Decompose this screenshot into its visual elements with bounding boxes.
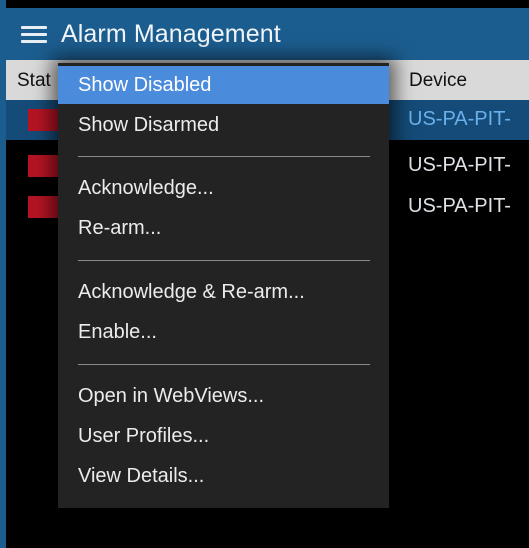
menu-item-view-details[interactable]: View Details...	[58, 457, 389, 495]
app-header: Alarm Management	[6, 8, 529, 60]
menu-item-acknowledge[interactable]: Acknowledge...	[58, 169, 389, 207]
column-header-device[interactable]: Device	[409, 70, 467, 92]
menu-item-acknowledge-re-arm[interactable]: Acknowledge & Re-arm...	[58, 273, 389, 311]
menu-item-show-disabled[interactable]: Show Disabled	[58, 66, 389, 104]
hamburger-menu-icon[interactable]	[21, 24, 47, 44]
menu-item-open-in-webviews[interactable]: Open in WebViews...	[58, 377, 389, 415]
device-cell: US-PA-PIT-	[408, 195, 511, 217]
context-menu: Show Disabled Show Disarmed Acknowledge.…	[58, 63, 389, 508]
app-window: Alarm Management Stat Device US-PA-PIT- …	[0, 0, 529, 548]
device-cell: US-PA-PIT-	[408, 108, 511, 130]
menu-item-enable[interactable]: Enable...	[58, 313, 389, 351]
menu-item-re-arm[interactable]: Re-arm...	[58, 209, 389, 247]
menu-separator	[78, 156, 370, 157]
menu-item-show-disarmed[interactable]: Show Disarmed	[58, 106, 389, 144]
app-title: Alarm Management	[61, 19, 281, 48]
menu-separator	[78, 260, 370, 261]
column-header-status[interactable]: Stat	[17, 70, 51, 92]
menu-separator	[78, 364, 370, 365]
device-cell: US-PA-PIT-	[408, 154, 511, 176]
menu-item-user-profiles[interactable]: User Profiles...	[58, 417, 389, 455]
